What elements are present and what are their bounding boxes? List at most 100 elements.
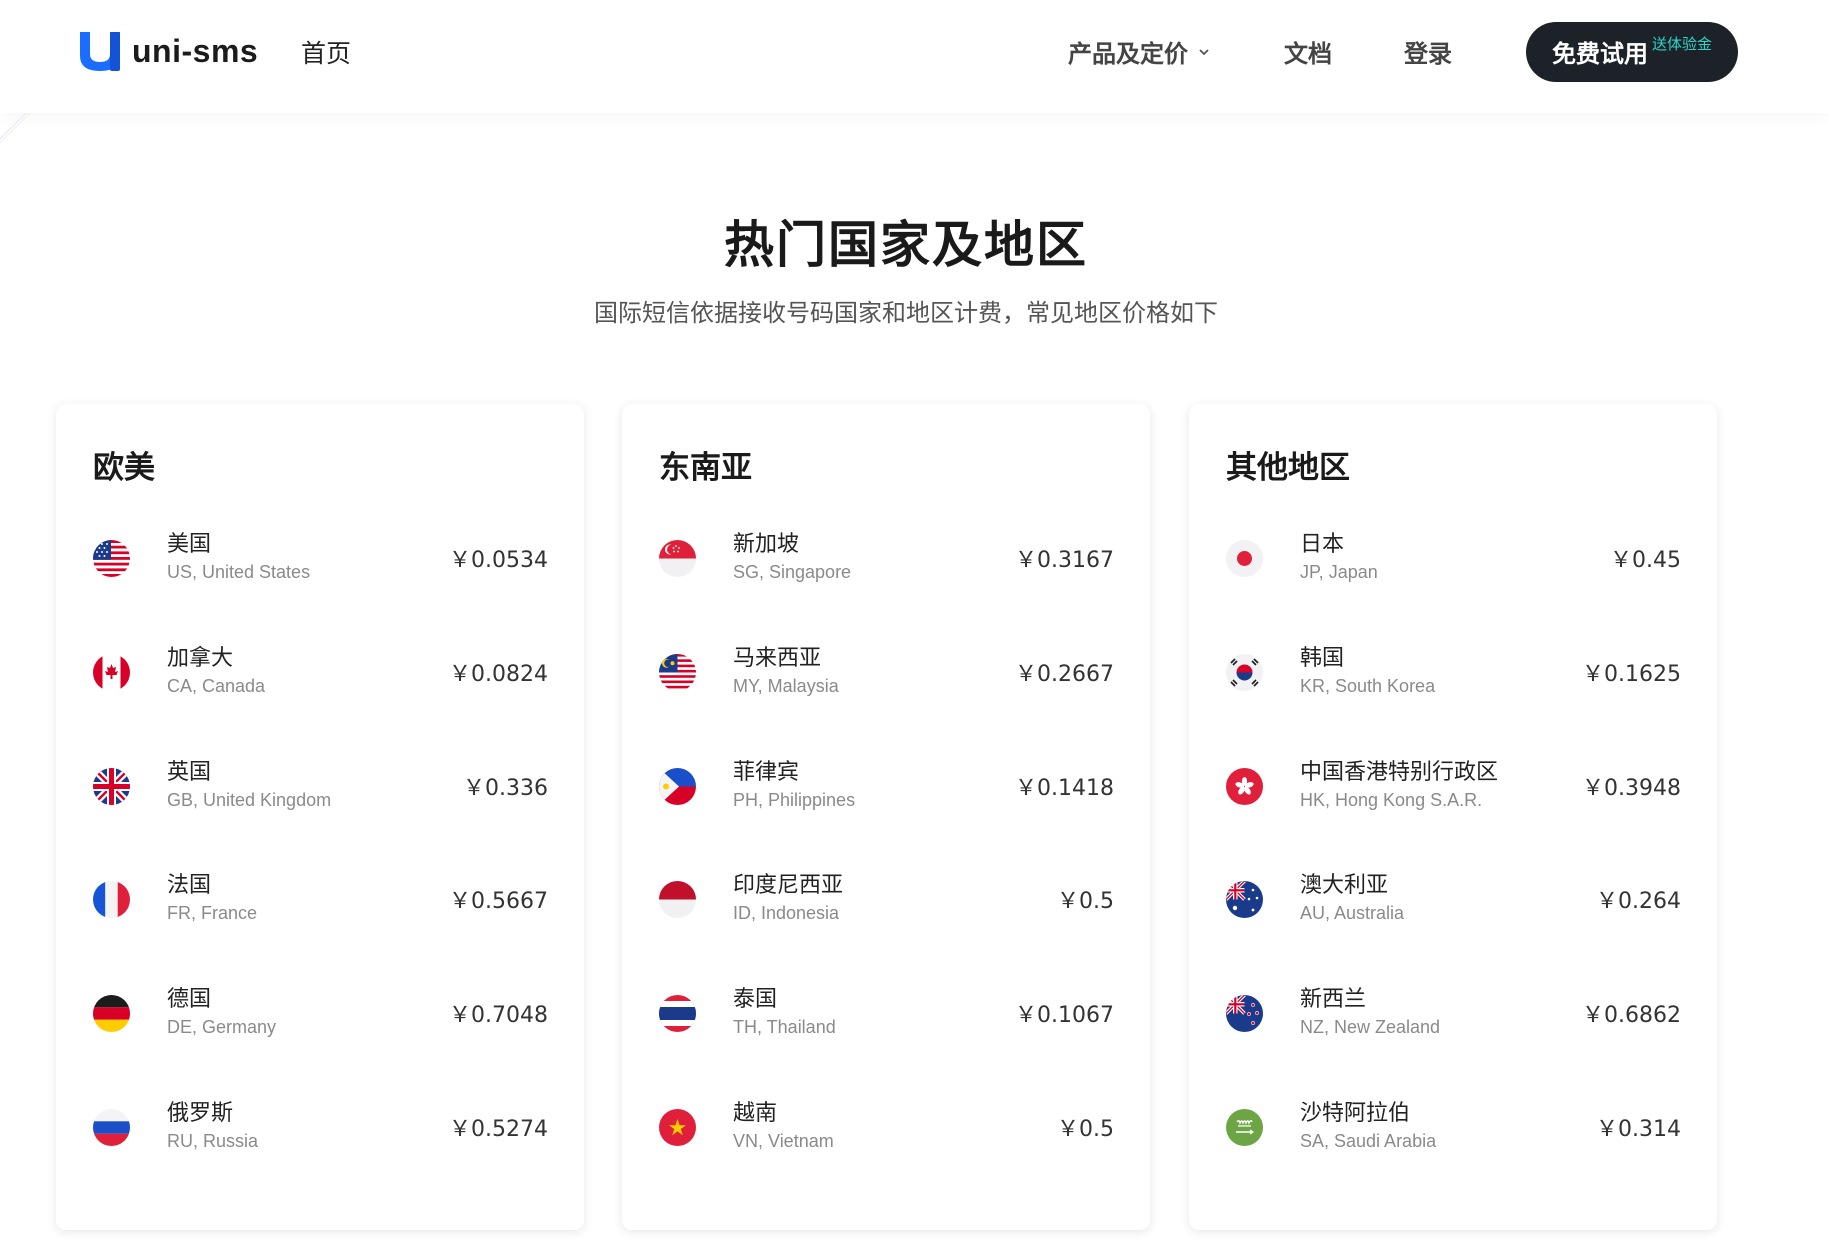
country-price-row: 沙特阿拉伯 SA, Saudi Arabia ￥0.314 (1226, 1089, 1681, 1169)
country-code-en: US, United States (167, 562, 311, 582)
sms-price: ￥0.45 (1610, 548, 1681, 573)
sms-price: ￥0.7048 (449, 1003, 548, 1028)
country-code-en: VN, Vietnam (733, 1131, 834, 1151)
free-trial-badge: 送体验金 (1651, 35, 1712, 53)
country-price-row: 澳大利亚 AU, Australia ￥0.264 (1226, 861, 1681, 941)
country-name-cn: 菲律宾 (733, 760, 800, 785)
country-code-en: JP, Japan (1300, 562, 1378, 582)
fr-flag-icon (93, 881, 130, 918)
sms-price: ￥0.1067 (1015, 1003, 1114, 1028)
country-price-row: 泰国 TH, Thailand ￥0.1067 (659, 975, 1114, 1055)
country-price-row: 英国 GB, United Kingdom ￥0.336 (93, 748, 548, 828)
ru-flag-icon (93, 1109, 130, 1146)
country-name-cn: 德国 (167, 987, 212, 1012)
nav-login-link[interactable]: 登录 (1404, 34, 1452, 69)
us-flag-icon (93, 540, 130, 577)
region-card: 其他地区日本 JP, Japan ￥0.45 韩国 KR, South Korea ￥0… (1189, 404, 1717, 1230)
country-name-cn: 日本 (1300, 532, 1345, 557)
country-price-row: 新加坡 SG, Singapore ￥0.3167 (659, 520, 1114, 600)
sms-price: ￥0.5667 (449, 889, 548, 914)
chevron-down-icon (1199, 48, 1209, 55)
country-code-en: MY, Malaysia (733, 676, 839, 696)
sms-price: ￥0.5274 (449, 1117, 548, 1142)
sms-price: ￥0.3167 (1015, 548, 1114, 573)
th-flag-icon (659, 995, 696, 1032)
section-title: 热门国家及地区 (724, 216, 1088, 274)
country-name-cn: 英国 (167, 760, 212, 785)
country-name-cn: 新西兰 (1300, 987, 1367, 1012)
country-name-cn: 中国香港特别行政区 (1300, 760, 1499, 785)
country-name-cn: 澳大利亚 (1300, 873, 1389, 898)
sms-price: ￥0.1625 (1582, 662, 1681, 687)
country-name-cn: 沙特阿拉伯 (1300, 1101, 1411, 1126)
country-code-en: AU, Australia (1300, 903, 1405, 923)
sms-price: ￥0.5 (1057, 889, 1114, 914)
country-price-row: 中国香港特别行政区 HK, Hong Kong S.A.R. ￥0.3948 (1226, 748, 1681, 828)
country-code-en: HK, Hong Kong S.A.R. (1300, 790, 1483, 810)
country-price-row: 俄罗斯 RU, Russia ￥0.5274 (93, 1089, 548, 1169)
logo-text: uni-sms (132, 32, 259, 69)
jp-flag-icon (1226, 540, 1263, 577)
nav-right: 产品及定价 文档 登录 免费试用 送体验金 (1068, 0, 1738, 103)
sms-price: ￥0.264 (1596, 889, 1681, 914)
uni-logo-icon (80, 32, 120, 71)
sms-price: ￥0.336 (463, 776, 548, 801)
free-trial-button[interactable]: 免费试用 送体验金 (1526, 21, 1738, 82)
nav-home-link[interactable]: 首页 (301, 34, 351, 70)
nav-docs-link[interactable]: 文档 (1284, 34, 1332, 69)
ca-flag-icon (93, 654, 130, 691)
sms-price: ￥0.314 (1596, 1117, 1681, 1142)
country-code-en: PH, Philippines (733, 790, 856, 810)
country-code-en: SA, Saudi Arabia (1300, 1131, 1437, 1151)
region-card-title: 东南亚 (659, 450, 752, 486)
country-code-en: KR, South Korea (1300, 676, 1436, 696)
sms-price: ￥0.5 (1057, 1117, 1114, 1142)
country-code-en: ID, Indonesia (733, 903, 840, 923)
country-price-row: 菲律宾 PH, Philippines ￥0.1418 (659, 748, 1114, 828)
country-name-cn: 新加坡 (733, 532, 800, 557)
region-card-title: 其他地区 (1226, 450, 1350, 486)
nav-products-label: 产品及定价 (1068, 40, 1188, 68)
country-name-cn: 加拿大 (167, 646, 234, 671)
country-name-cn: 韩国 (1300, 646, 1345, 671)
de-flag-icon (93, 995, 130, 1032)
vn-flag-icon (659, 1109, 696, 1146)
nav-products-dropdown[interactable]: 产品及定价 (1068, 34, 1210, 69)
country-code-en: NZ, New Zealand (1300, 1017, 1441, 1037)
sms-price: ￥0.0824 (449, 662, 548, 687)
sms-price: ￥0.3948 (1582, 776, 1681, 801)
country-code-en: TH, Thailand (733, 1017, 836, 1037)
country-price-row: 日本 JP, Japan ￥0.45 (1226, 520, 1681, 600)
region-card: 东南亚 新加坡 SG, Singapore ￥0.3167 马来西亚 MY, Mala… (622, 404, 1150, 1230)
region-card: 欧美 美国 US, United States ￥0.0534 加拿大 CA, Can… (56, 404, 584, 1230)
country-code-en: SG, Singapore (733, 562, 852, 582)
country-name-cn: 美国 (167, 532, 212, 557)
country-name-cn: 法国 (167, 873, 212, 898)
country-code-en: FR, France (167, 903, 258, 923)
au-flag-icon (1226, 881, 1263, 918)
free-trial-label: 免费试用 (1551, 40, 1648, 68)
gb-flag-icon (93, 768, 130, 805)
country-name-cn: 越南 (733, 1101, 778, 1126)
sms-price: ￥0.6862 (1582, 1003, 1681, 1028)
id-flag-icon (659, 881, 696, 918)
country-code-en: CA, Canada (167, 676, 266, 696)
top-nav-bar: uni-sms 首页 产品及定价 文档 登录 免费试用 送体验金 (0, 0, 1829, 113)
my-flag-icon (659, 654, 696, 691)
country-price-row: 越南 VN, Vietnam ￥0.5 (659, 1089, 1114, 1169)
hk-flag-icon (1226, 768, 1263, 805)
country-name-cn: 泰国 (733, 987, 778, 1012)
country-name-cn: 马来西亚 (733, 646, 822, 671)
country-price-row: 加拿大 CA, Canada ￥0.0824 (93, 634, 548, 714)
country-price-row: 新西兰 NZ, New Zealand ￥0.6862 (1226, 975, 1681, 1055)
section-subtitle: 国际短信依据接收号码国家和地区计费，常见地区价格如下 (594, 299, 1218, 327)
sg-flag-icon (659, 540, 696, 577)
region-card-title: 欧美 (93, 450, 155, 486)
country-price-row: 德国 DE, Germany ￥0.7048 (93, 975, 548, 1055)
country-code-en: RU, Russia (167, 1131, 259, 1151)
kr-flag-icon (1226, 654, 1263, 691)
country-price-row: 马来西亚 MY, Malaysia ￥0.2667 (659, 634, 1114, 714)
sms-price: ￥0.2667 (1015, 662, 1114, 687)
decorative-lines (0, 113, 31, 143)
logo[interactable]: uni-sms (78, 30, 258, 72)
